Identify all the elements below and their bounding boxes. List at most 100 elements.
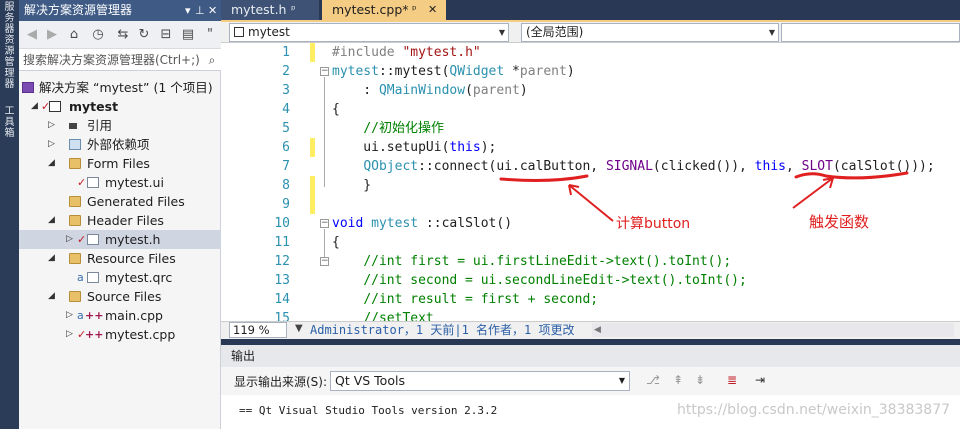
output-title-bar: 输出 [221,345,960,367]
tree-references[interactable]: ▷ 引用 [19,116,221,135]
pin-icon[interactable]: ᵖ [412,0,417,20]
codelens-text[interactable]: Administrator，1 天前|1 名作者，1 项更改 [310,322,575,339]
tree-file-mytest-ui[interactable]: ✓ mytest.ui [19,173,221,192]
show-all-files-icon[interactable]: ▤ [179,26,197,44]
collapse-all-icon[interactable]: ⊟ [157,26,175,44]
chevron-down-icon[interactable]: ▼ [295,323,303,334]
tree-header-files[interactable]: ◢ Header Files [19,211,221,230]
word-wrap-icon[interactable]: ⇥ [755,373,765,387]
tree-solution[interactable]: 解决方案 “mytest” (1 个项目) [19,78,221,97]
folder-icon [69,158,81,169]
tree-label: main.cpp [105,308,163,323]
expand-arrow-icon[interactable]: ◢ [48,154,55,173]
navigation-bar: mytest ▼ (全局范围) ▼ [221,22,960,43]
close-icon[interactable]: ✕ [428,0,437,20]
collapse-arrow-icon[interactable]: ▷ [66,325,73,344]
output-source-select[interactable]: Qt VS Tools ▼ [330,371,630,391]
forward-icon[interactable]: ▶ [43,26,61,44]
tab-label: mytest.h [231,2,287,17]
tree-file-mytest-qrc[interactable]: a mytest.qrc [19,268,221,287]
home-icon[interactable]: ⌂ [65,26,83,44]
folder-icon [69,253,81,264]
collapse-arrow-icon[interactable]: ▷ [66,230,73,249]
scope-combo[interactable]: (全局范围) ▼ [521,23,779,42]
output-text-area[interactable]: == Qt Visual Studio Tools version 2.3.2 … [221,395,960,429]
pin-icon[interactable]: ⊥ [195,0,205,21]
side-tab-strip: 服务器资源管理器 工具箱 [0,0,19,429]
tree-label: Form Files [87,156,150,171]
tree-resource-files[interactable]: ◢ Resource Files [19,249,221,268]
clear-all-icon[interactable]: ≣ [727,373,737,387]
tree-label: 引用 [87,118,113,133]
sync-icon[interactable]: ⇆ [114,26,132,44]
project-combo[interactable]: mytest ▼ [229,23,509,42]
expand-arrow-icon[interactable]: ◢ [48,249,55,268]
tree-file-mytest-cpp[interactable]: ▷ ✓ ++ mytest.cpp [19,325,221,344]
toolbox-tab[interactable]: 工具箱 [2,106,17,139]
checkout-icon: ✓ [77,233,87,246]
chevron-down-icon: ▼ [498,28,505,37]
tree-generated-files[interactable]: Generated Files [19,192,221,211]
ui-file-icon [87,177,99,188]
horizontal-scrollbar[interactable]: ◀ [592,323,954,337]
tree-form-files[interactable]: ◢ Form Files [19,154,221,173]
tree-label: Resource Files [87,251,176,266]
tab-mytest-h[interactable]: mytest.h ᵖ [221,0,319,20]
checkout-icon: ✓ [77,176,87,189]
pin-icon[interactable]: ᵖ [291,0,296,20]
solution-icon [22,82,34,93]
underline-calbutton [499,174,589,182]
expand-arrow-icon[interactable]: ◢ [31,97,38,116]
search-input[interactable]: 搜索解决方案资源管理器(Ctrl+;) [23,53,200,67]
lock-icon: a [77,309,84,322]
tree-external-deps[interactable]: ▷ 外部依赖项 [19,135,221,154]
tree-label: Source Files [87,289,162,304]
back-icon[interactable]: ◀ [23,26,41,44]
tree-label: 外部依赖项 [87,137,150,152]
member-combo[interactable] [781,23,960,42]
underline-calslot [794,171,909,180]
tree-file-main-cpp[interactable]: ▷ a ++ main.cpp [19,306,221,325]
zoom-combo[interactable]: 119 % [229,322,287,338]
ink-annotations [499,171,909,222]
lock-icon: a [77,271,84,284]
external-deps-icon [69,139,81,150]
more-icon[interactable]: " [201,26,219,44]
project-combo-icon [234,27,244,37]
solution-explorer-toolbar: ◀ ▶ ⌂ ◷ ⇆ ↻ ⊟ ▤ " [19,21,221,49]
tab-mytest-cpp[interactable]: mytest.cpp* ᵖ ✕ [322,0,446,20]
tree-label: mytest.ui [105,175,164,190]
folder-icon [69,196,81,207]
scroll-left-icon[interactable]: ◀ [594,323,601,337]
history-icon[interactable]: ◷ [89,26,107,44]
prev-message-icon[interactable]: ⇞ [673,373,683,387]
annotation-left: 计算button [616,216,691,232]
output-toolbar: 显示输出来源(S): Qt VS Tools ▼ ⎇ ⇞ ⇟ ≣ ⇥ [221,367,960,395]
tree-project[interactable]: ◢ ✓ mytest [19,97,221,116]
annotation-right: 触发函数 [809,213,870,231]
search-icon[interactable]: ⌕ [203,49,221,70]
collapse-arrow-icon[interactable]: ▷ [48,116,55,135]
find-message-icon[interactable]: ⎇ [646,373,660,387]
output-source-label: 显示输出来源(S): [234,375,328,389]
scope-combo-value: (全局范围) [526,25,584,39]
collapse-arrow-icon[interactable]: ▷ [48,135,55,154]
expand-arrow-icon[interactable]: ◢ [48,211,55,230]
output-source-value: Qt VS Tools [335,373,405,388]
collapse-arrow-icon[interactable]: ▷ [66,306,73,325]
next-message-icon[interactable]: ⇟ [695,373,705,387]
expand-arrow-icon[interactable]: ◢ [48,287,55,306]
solution-explorer-search[interactable]: 搜索解决方案资源管理器(Ctrl+;) ⌕ [19,49,221,71]
solution-explorer-panel: 解决方案资源管理器 ▾ ⊥ ✕ ◀ ▶ ⌂ ◷ ⇆ ↻ ⊟ ▤ " 搜索解决方案… [19,0,221,429]
server-explorer-tab[interactable]: 服务器资源管理器 [2,2,17,90]
tree-label: 解决方案 “mytest” (1 个项目) [39,80,213,95]
output-line: == Qt Visual Studio Tools version 2.3.2 [239,404,498,417]
tree-label: mytest.h [105,232,161,247]
pin-dropdown-icon[interactable]: ▾ [185,0,191,21]
tree-source-files[interactable]: ◢ Source Files [19,287,221,306]
code-editor[interactable]: 1 2 3 4 5 6 7 8 9 10 11 12 13 14 15 − − … [221,43,960,321]
refresh-icon[interactable]: ↻ [135,26,153,44]
zoom-value: 119 % [233,323,270,337]
tree-file-mytest-h[interactable]: ▷ ✓ mytest.h [19,230,221,249]
close-icon[interactable]: ✕ [208,0,217,21]
